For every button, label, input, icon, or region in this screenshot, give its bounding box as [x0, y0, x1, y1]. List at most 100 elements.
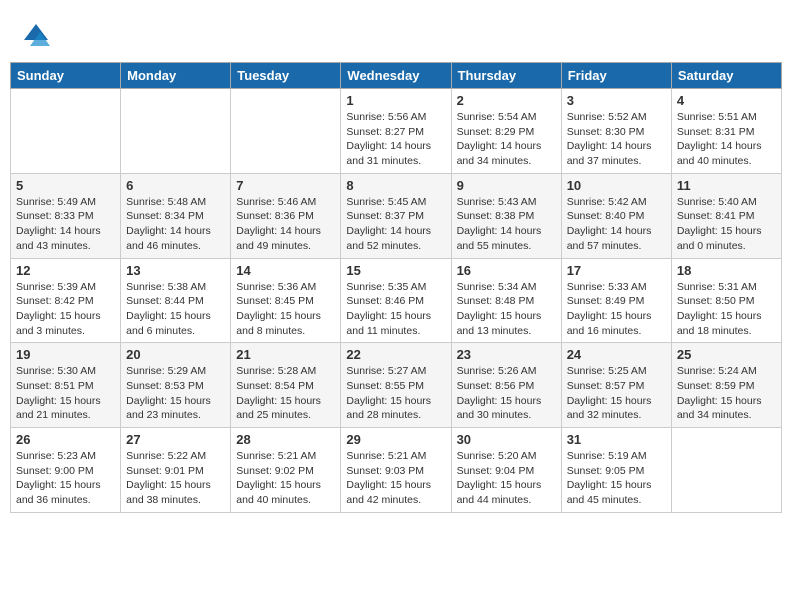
day-info: Sunrise: 5:33 AM Sunset: 8:49 PM Dayligh…: [567, 280, 666, 339]
column-header-monday: Monday: [121, 63, 231, 89]
day-cell: 5 Sunrise: 5:49 AM Sunset: 8:33 PM Daylig…: [11, 173, 121, 258]
day-cell: [11, 89, 121, 174]
day-number: 19: [16, 347, 115, 362]
day-cell: 12 Sunrise: 5:39 AM Sunset: 8:42 PM Dayli…: [11, 258, 121, 343]
day-number: 25: [677, 347, 776, 362]
day-number: 11: [677, 178, 776, 193]
day-info: Sunrise: 5:31 AM Sunset: 8:50 PM Dayligh…: [677, 280, 776, 339]
day-number: 10: [567, 178, 666, 193]
day-info: Sunrise: 5:40 AM Sunset: 8:41 PM Dayligh…: [677, 195, 776, 254]
day-info: Sunrise: 5:48 AM Sunset: 8:34 PM Dayligh…: [126, 195, 225, 254]
column-header-saturday: Saturday: [671, 63, 781, 89]
day-info: Sunrise: 5:30 AM Sunset: 8:51 PM Dayligh…: [16, 364, 115, 423]
day-cell: 27 Sunrise: 5:22 AM Sunset: 9:01 PM Dayli…: [121, 428, 231, 513]
day-info: Sunrise: 5:35 AM Sunset: 8:46 PM Dayligh…: [346, 280, 445, 339]
day-cell: 30 Sunrise: 5:20 AM Sunset: 9:04 PM Dayli…: [451, 428, 561, 513]
day-info: Sunrise: 5:43 AM Sunset: 8:38 PM Dayligh…: [457, 195, 556, 254]
day-info: Sunrise: 5:54 AM Sunset: 8:29 PM Dayligh…: [457, 110, 556, 169]
day-number: 13: [126, 263, 225, 278]
day-number: 4: [677, 93, 776, 108]
day-number: 12: [16, 263, 115, 278]
day-number: 26: [16, 432, 115, 447]
day-cell: 21Sunrise: 5:28 AM Sunset: 8:54 PM Dayli…: [231, 343, 341, 428]
day-cell: 15 Sunrise: 5:35 AM Sunset: 8:46 PM Dayli…: [341, 258, 451, 343]
day-info: Sunrise: 5:21 AM Sunset: 9:03 PM Dayligh…: [346, 449, 445, 508]
calendar-header: SundayMondayTuesdayWednesdayThursdayFrid…: [11, 63, 782, 89]
column-header-tuesday: Tuesday: [231, 63, 341, 89]
day-info: Sunrise: 5:46 AM Sunset: 8:36 PM Dayligh…: [236, 195, 335, 254]
day-cell: 10 Sunrise: 5:42 AM Sunset: 8:40 PM Dayli…: [561, 173, 671, 258]
day-number: 18: [677, 263, 776, 278]
day-info: Sunrise: 5:38 AM Sunset: 8:44 PM Dayligh…: [126, 280, 225, 339]
day-number: 2: [457, 93, 556, 108]
day-number: 24: [567, 347, 666, 362]
day-cell: 23 Sunrise: 5:26 AM Sunset: 8:56 PM Dayli…: [451, 343, 561, 428]
day-cell: 1Sunrise: 5:56 AM Sunset: 8:27 PM Daylig…: [341, 89, 451, 174]
column-header-wednesday: Wednesday: [341, 63, 451, 89]
day-info: Sunrise: 5:42 AM Sunset: 8:40 PM Dayligh…: [567, 195, 666, 254]
day-number: 5: [16, 178, 115, 193]
day-number: 28: [236, 432, 335, 447]
day-number: 23: [457, 347, 556, 362]
day-info: Sunrise: 5:29 AM Sunset: 8:53 PM Dayligh…: [126, 364, 225, 423]
day-cell: 31 Sunrise: 5:19 AM Sunset: 9:05 PM Dayli…: [561, 428, 671, 513]
day-info: Sunrise: 5:21 AM Sunset: 9:02 PM Dayligh…: [236, 449, 335, 508]
day-info: Sunrise: 5:39 AM Sunset: 8:42 PM Dayligh…: [16, 280, 115, 339]
logo-icon: [20, 20, 52, 52]
day-cell: 3Sunrise: 5:52 AM Sunset: 8:30 PM Daylig…: [561, 89, 671, 174]
day-info: Sunrise: 5:20 AM Sunset: 9:04 PM Dayligh…: [457, 449, 556, 508]
day-cell: 26Sunrise: 5:23 AM Sunset: 9:00 PM Dayli…: [11, 428, 121, 513]
day-number: 30: [457, 432, 556, 447]
day-info: Sunrise: 5:27 AM Sunset: 8:55 PM Dayligh…: [346, 364, 445, 423]
day-info: Sunrise: 5:51 AM Sunset: 8:31 PM Dayligh…: [677, 110, 776, 169]
day-cell: 7Sunrise: 5:46 AM Sunset: 8:36 PM Daylig…: [231, 173, 341, 258]
logo: [20, 20, 56, 52]
day-number: 31: [567, 432, 666, 447]
day-cell: [121, 89, 231, 174]
day-info: Sunrise: 5:22 AM Sunset: 9:01 PM Dayligh…: [126, 449, 225, 508]
week-row-3: 19 Sunrise: 5:30 AM Sunset: 8:51 PM Dayli…: [11, 343, 782, 428]
day-info: Sunrise: 5:45 AM Sunset: 8:37 PM Dayligh…: [346, 195, 445, 254]
day-info: Sunrise: 5:26 AM Sunset: 8:56 PM Dayligh…: [457, 364, 556, 423]
day-cell: 16 Sunrise: 5:34 AM Sunset: 8:48 PM Dayli…: [451, 258, 561, 343]
day-cell: 2 Sunrise: 5:54 AM Sunset: 8:29 PM Daylig…: [451, 89, 561, 174]
day-number: 9: [457, 178, 556, 193]
day-cell: 8 Sunrise: 5:45 AM Sunset: 8:37 PM Daylig…: [341, 173, 451, 258]
calendar-body: 1Sunrise: 5:56 AM Sunset: 8:27 PM Daylig…: [11, 89, 782, 513]
column-header-sunday: Sunday: [11, 63, 121, 89]
day-info: Sunrise: 5:34 AM Sunset: 8:48 PM Dayligh…: [457, 280, 556, 339]
day-info: Sunrise: 5:24 AM Sunset: 8:59 PM Dayligh…: [677, 364, 776, 423]
day-number: 22: [346, 347, 445, 362]
day-info: Sunrise: 5:19 AM Sunset: 9:05 PM Dayligh…: [567, 449, 666, 508]
day-cell: 9 Sunrise: 5:43 AM Sunset: 8:38 PM Daylig…: [451, 173, 561, 258]
day-number: 20: [126, 347, 225, 362]
day-info: Sunrise: 5:25 AM Sunset: 8:57 PM Dayligh…: [567, 364, 666, 423]
header-row: SundayMondayTuesdayWednesdayThursdayFrid…: [11, 63, 782, 89]
day-cell: 29Sunrise: 5:21 AM Sunset: 9:03 PM Dayli…: [341, 428, 451, 513]
week-row-2: 12 Sunrise: 5:39 AM Sunset: 8:42 PM Dayli…: [11, 258, 782, 343]
day-cell: 11 Sunrise: 5:40 AM Sunset: 8:41 PM Dayli…: [671, 173, 781, 258]
day-cell: 25 Sunrise: 5:24 AM Sunset: 8:59 PM Dayli…: [671, 343, 781, 428]
week-row-4: 26Sunrise: 5:23 AM Sunset: 9:00 PM Dayli…: [11, 428, 782, 513]
calendar-table: SundayMondayTuesdayWednesdayThursdayFrid…: [10, 62, 782, 513]
day-cell: 19 Sunrise: 5:30 AM Sunset: 8:51 PM Dayli…: [11, 343, 121, 428]
day-cell: 6Sunrise: 5:48 AM Sunset: 8:34 PM Daylig…: [121, 173, 231, 258]
day-cell: 13 Sunrise: 5:38 AM Sunset: 8:44 PM Dayli…: [121, 258, 231, 343]
day-info: Sunrise: 5:49 AM Sunset: 8:33 PM Dayligh…: [16, 195, 115, 254]
day-number: 27: [126, 432, 225, 447]
page-header: [10, 10, 782, 57]
day-number: 8: [346, 178, 445, 193]
day-cell: 14Sunrise: 5:36 AM Sunset: 8:45 PM Dayli…: [231, 258, 341, 343]
day-cell: 17 Sunrise: 5:33 AM Sunset: 8:49 PM Dayli…: [561, 258, 671, 343]
day-cell: 24 Sunrise: 5:25 AM Sunset: 8:57 PM Dayli…: [561, 343, 671, 428]
day-number: 21: [236, 347, 335, 362]
week-row-0: 1Sunrise: 5:56 AM Sunset: 8:27 PM Daylig…: [11, 89, 782, 174]
day-cell: [231, 89, 341, 174]
day-number: 15: [346, 263, 445, 278]
day-cell: 28 Sunrise: 5:21 AM Sunset: 9:02 PM Dayli…: [231, 428, 341, 513]
column-header-thursday: Thursday: [451, 63, 561, 89]
day-cell: 20 Sunrise: 5:29 AM Sunset: 8:53 PM Dayli…: [121, 343, 231, 428]
day-number: 17: [567, 263, 666, 278]
day-number: 1: [346, 93, 445, 108]
day-number: 16: [457, 263, 556, 278]
